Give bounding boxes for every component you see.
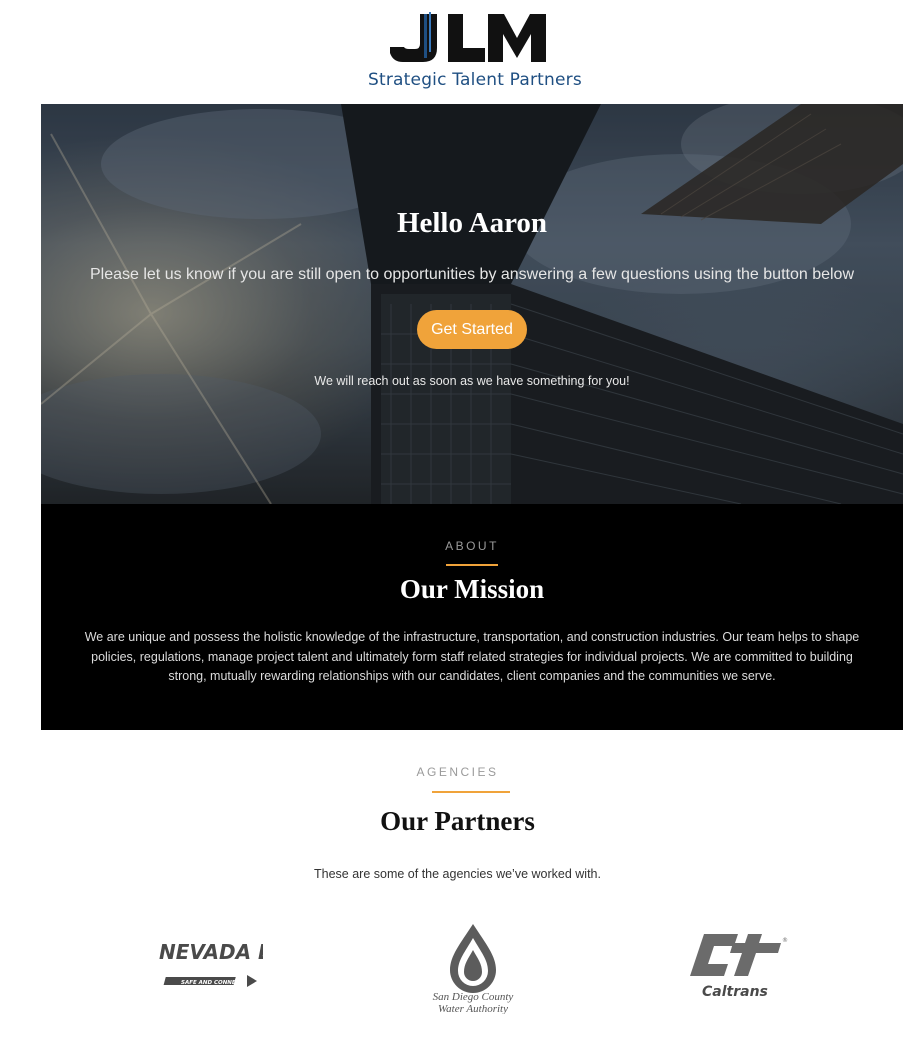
logo-tagline: Strategic Talent Partners: [368, 70, 582, 90]
jlm-logo[interactable]: Strategic Talent Partners: [368, 12, 582, 92]
sdcwa-line1: San Diego County: [433, 991, 514, 1003]
partners-title: Our Partners: [380, 806, 535, 836]
caltrans-icon: ® Caltrans: [690, 934, 788, 1000]
svg-text:®: ®: [782, 937, 788, 944]
partners-subtitle: These are some of the agencies we’ve wor…: [314, 867, 601, 881]
nevada-logo-tagline: SAFE AND CONNECTED: [181, 980, 252, 986]
sdcwa-line2: Water Authority: [438, 1003, 508, 1014]
nevada-logo-name: NEVADA DOT: [159, 940, 263, 964]
water-drop-icon: San Diego County Water Authority: [433, 924, 514, 1014]
about-eyebrow: ABOUT: [445, 539, 499, 553]
about-body: We are unique and possess the holistic k…: [84, 630, 860, 683]
hero-overlay: [41, 104, 903, 504]
hero-greeting: Hello Aaron: [396, 207, 548, 239]
hero-message: Please let us know if you are still open…: [89, 266, 854, 283]
caltrans-logo[interactable]: ® Caltrans: [690, 930, 790, 1004]
partners-accent-rule: [432, 791, 510, 793]
get-started-button[interactable]: Get Started: [417, 310, 527, 349]
nevada-dot-logo[interactable]: NEVADA DOT SAFE AND CONNECTED: [155, 935, 263, 995]
sdcwa-logo[interactable]: San Diego County Water Authority: [420, 922, 526, 1014]
site-header: Strategic Talent Partners: [0, 0, 915, 104]
jlm-logo-mark: [390, 12, 546, 62]
hero-note: We will reach out as soon as we have som…: [314, 374, 630, 388]
nevada-dot-icon: NEVADA DOT SAFE AND CONNECTED: [159, 940, 263, 987]
partners-section: AGENCIES Our Partners These are some of …: [0, 730, 915, 1054]
about-section: ABOUT Our Mission We are unique and poss…: [41, 504, 903, 730]
hero-section: Hello Aaron Please let us know if you ar…: [41, 104, 903, 504]
partners-eyebrow: AGENCIES: [416, 765, 499, 779]
caltrans-wordmark: Caltrans: [702, 984, 768, 1000]
about-accent-rule: [446, 564, 498, 566]
about-title: Our Mission: [399, 574, 545, 604]
